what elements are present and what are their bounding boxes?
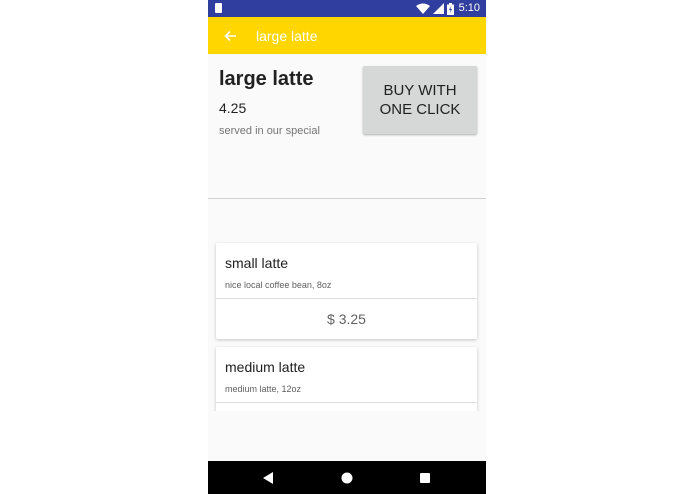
- nav-recents-icon: [420, 473, 430, 483]
- nav-recents-button[interactable]: [416, 469, 434, 487]
- buy-one-click-button[interactable]: BUY WITH ONE CLICK: [363, 66, 477, 134]
- item-description: medium latte, 12oz: [225, 384, 302, 394]
- product-description: served in our special: [219, 125, 320, 137]
- sim-icon: [215, 3, 222, 13]
- nav-back-button[interactable]: [259, 469, 277, 487]
- item-price-button[interactable]: $ 3.25: [216, 299, 477, 339]
- item-price-button[interactable]: [216, 403, 477, 411]
- nav-home-icon: [341, 472, 353, 484]
- item-name: small latte: [225, 255, 289, 271]
- app-bar-title: large latte: [256, 27, 318, 44]
- phone-screen: 5:10 large latte large latte 4.25 served…: [208, 0, 486, 494]
- item-name: medium latte: [225, 359, 306, 375]
- list-item[interactable]: small latte nice local coffee bean, 8oz …: [216, 243, 477, 339]
- status-bar: 5:10: [208, 0, 486, 17]
- nav-home-button[interactable]: [338, 469, 356, 487]
- status-time: 5:10: [458, 2, 480, 14]
- product-name: large latte: [219, 68, 314, 90]
- product-list[interactable]: small latte nice local coffee bean, 8oz …: [208, 199, 486, 411]
- back-button[interactable]: [219, 25, 241, 47]
- item-description: nice local coffee bean, 8oz: [225, 280, 332, 290]
- nav-back-icon: [263, 472, 273, 484]
- list-item[interactable]: medium latte medium latte, 12oz: [216, 347, 477, 411]
- signal-icon: [432, 3, 444, 14]
- battery-icon: [446, 2, 454, 15]
- arrow-back-icon: [223, 30, 236, 41]
- wifi-icon: [415, 3, 430, 14]
- navigation-bar: [208, 461, 486, 494]
- app-bar: large latte: [208, 17, 486, 54]
- product-detail: large latte 4.25 served in our special B…: [208, 54, 486, 198]
- product-price: 4.25: [219, 100, 247, 116]
